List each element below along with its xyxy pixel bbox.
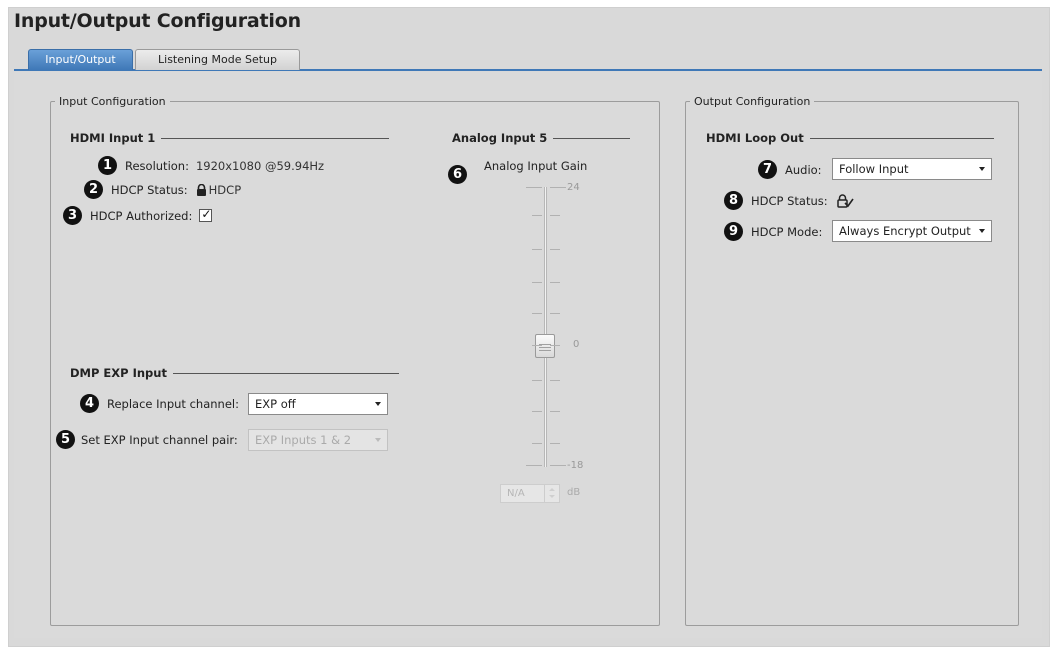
set-exp-pair-label: Set EXP Input channel pair: [81,432,238,447]
badge-7: 7 [758,160,777,179]
slider-tick [550,411,560,412]
slider-tick [532,215,542,216]
replace-input-label: Replace Input channel: [107,396,239,411]
dmp-exp-heading-rule [172,372,399,374]
chevron-down-icon [375,438,381,442]
slider-tick [550,282,560,283]
slider-mid-label: 0 [573,339,580,350]
hdmi-input-heading-rule [161,137,390,139]
badge-4: 4 [80,394,99,413]
badge-5: 5 [56,430,75,449]
slider-thumb[interactable] [535,334,555,358]
badge-2: 2 [84,180,103,199]
lock-icon [196,183,207,196]
badge-1: 1 [98,156,117,175]
thumb-grip [539,350,551,351]
hdmi-loop-out-heading-text: HDMI Loop Out [706,131,804,145]
resolution-value: 1920x1080 @59.94Hz [195,158,325,173]
output-hdcp-status-row: 8 HDCP Status: [724,191,854,210]
chevron-down-icon [979,229,985,233]
page-title: Input/Output Configuration [14,10,301,32]
lock-check-icon [836,193,854,208]
resolution-row: 1 Resolution: 1920x1080 @59.94Hz [98,156,324,175]
gain-value-field[interactable]: N/A [500,484,560,503]
gain-value-text: N/A [507,488,525,499]
badge-6: 6 [448,165,467,184]
gain-unit: dB [567,487,581,498]
slider-tick [532,443,542,444]
slider-tick [532,313,542,314]
slider-tick [550,313,560,314]
slider-tick [550,187,566,188]
hdmi-input-heading: HDMI Input 1 [70,131,390,145]
hdcp-mode-label: HDCP Mode: [751,224,823,239]
chevron-down-icon [979,167,985,171]
chevron-down-icon [375,402,381,406]
set-exp-pair-select-value: EXP Inputs 1 & 2 [255,433,352,447]
resolution-label: Resolution: [125,158,189,173]
slider-tick [532,380,542,381]
hdcp-authorized-checkbox[interactable]: ✓ [199,207,213,222]
slider-tick [550,345,560,346]
tab-input-output[interactable]: Input/Output [28,49,133,70]
hdcp-status-value: HDCP [208,182,242,197]
slider-max-label: 24 [567,182,580,193]
slider-tick [526,187,542,188]
hdcp-mode-row: 9 HDCP Mode: [724,222,822,241]
tab-bar: Input/Output Listening Mode Setup [14,49,1042,71]
replace-input-select-value: EXP off [255,397,296,411]
slider-tick [526,465,542,466]
audio-select-value: Follow Input [839,162,909,176]
audio-label: Audio: [785,162,822,177]
audio-row: 7 Audio: [758,160,822,179]
spin-up-icon [549,488,555,491]
thumb-grip [539,347,551,348]
slider-tick [532,249,542,250]
slider-tick [550,443,560,444]
hdcp-status-row: 2 HDCP Status: HDCP [84,180,241,199]
slider-min-label: -18 [567,460,584,471]
audio-select[interactable]: Follow Input [832,158,992,180]
badge-9: 9 [724,222,743,241]
output-hdcp-status-label: HDCP Status: [751,193,828,208]
output-configuration-legend: Output Configuration [694,95,811,108]
hdcp-mode-select-value: Always Encrypt Output [839,224,971,238]
slider-tick [532,411,542,412]
hdmi-loop-out-heading-rule [809,137,994,139]
badge-3: 3 [63,206,82,225]
dmp-exp-heading: DMP EXP Input [70,366,399,380]
hdcp-authorized-label: HDCP Authorized: [90,208,193,223]
slider-tick [550,215,560,216]
hdcp-status-label: HDCP Status: [111,182,188,197]
slider-tick [532,345,542,346]
input-configuration-legend: Input Configuration [59,95,166,108]
analog-gain-row: 6 Analog Input Gain [448,159,587,184]
set-exp-pair-select[interactable]: EXP Inputs 1 & 2 [248,429,388,451]
replace-input-select[interactable]: EXP off [248,393,388,415]
analog-input-heading: Analog Input 5 [452,131,631,145]
dmp-exp-heading-text: DMP EXP Input [70,366,167,380]
hdcp-authorized-row: 3 HDCP Authorized: ✓ [63,206,213,225]
tab-listening-mode-setup[interactable]: Listening Mode Setup [135,49,300,70]
slider-tick [550,380,560,381]
set-exp-pair-row: 5 Set EXP Input channel pair: [56,430,238,449]
gain-spinner[interactable] [544,485,559,502]
hdmi-loop-out-heading: HDMI Loop Out [706,131,994,145]
badge-8: 8 [724,191,743,210]
analog-input-heading-text: Analog Input 5 [452,131,548,145]
slider-track[interactable] [544,187,547,467]
analog-input-heading-rule [553,137,631,139]
replace-input-row: 4 Replace Input channel: [80,394,239,413]
slider-tick [550,465,566,466]
spin-down-icon [549,495,555,498]
slider-tick [550,249,560,250]
checkmark-icon: ✓ [201,207,212,221]
slider-tick [532,282,542,283]
analog-gain-label: Analog Input Gain [484,159,588,173]
hdmi-input-heading-text: HDMI Input 1 [70,131,156,145]
hdcp-mode-select[interactable]: Always Encrypt Output [832,220,992,242]
